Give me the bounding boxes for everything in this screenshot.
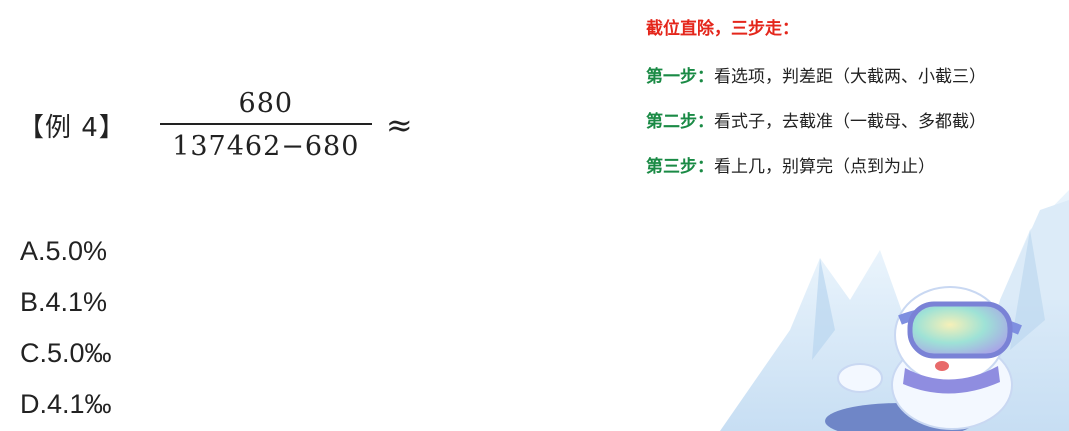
step-one-label: 第一步： [646, 67, 714, 87]
fraction: 680 137462−680 [159, 88, 372, 162]
step-three-text: 看上几，别算完（点到为止） [714, 157, 935, 177]
option-a: A.5.0% [20, 236, 108, 266]
answer-options: A.5.0% B.4.1% C.5.0‰ D.4.1‰ [20, 232, 112, 431]
step-three-label: 第三步： [646, 157, 714, 177]
method-tips: 截位直除，三步走： 第一步：看选项，判差距（大截两、小截三） 第二步：看式子，去… [646, 14, 986, 197]
mascot-mouth [935, 361, 949, 371]
example-label: 【例 4】 [18, 112, 126, 143]
ice-peak-left [720, 250, 930, 431]
option-b: B.4.1% [20, 287, 108, 317]
mascot-arm [837, 363, 883, 393]
option-d: D.4.1‰ [20, 389, 112, 419]
step-two-label: 第二步： [646, 112, 714, 132]
goggles [907, 301, 1013, 359]
mascot-body [891, 340, 1013, 430]
step-two: 第二步：看式子，去截准（一截母、多都截） [646, 107, 986, 152]
fraction-numerator: 680 [238, 88, 294, 119]
approx-symbol: ≈ [385, 106, 413, 144]
mascot-scarf [903, 366, 1000, 394]
snowboard [825, 403, 975, 431]
slide: 【例 4】 680 137462−680 ≈ A.5.0% B.4.1% C.5… [0, 0, 1069, 431]
tips-title: 截位直除，三步走： [646, 19, 799, 39]
ice-peak-right [960, 190, 1069, 431]
example-question: 【例 4】 680 137462−680 ≈ [18, 80, 413, 170]
fraction-denominator: 137462−680 [172, 131, 360, 162]
step-one-text: 看选项，判差距（大截两、小截三） [714, 67, 986, 87]
step-two-text: 看式子，去截准（一截母、多都截） [714, 112, 986, 132]
step-three: 第三步：看上几，别算完（点到为止） [646, 152, 986, 197]
option-c: C.5.0‰ [20, 338, 112, 368]
ice-shard-2 [1010, 230, 1045, 350]
ice-shard [812, 258, 835, 360]
goggle-strap [898, 307, 1022, 335]
mascot-head [894, 286, 1006, 384]
ice-peak-back [1000, 200, 1069, 300]
step-one: 第一步：看选项，判差距（大截两、小截三） [646, 62, 986, 107]
